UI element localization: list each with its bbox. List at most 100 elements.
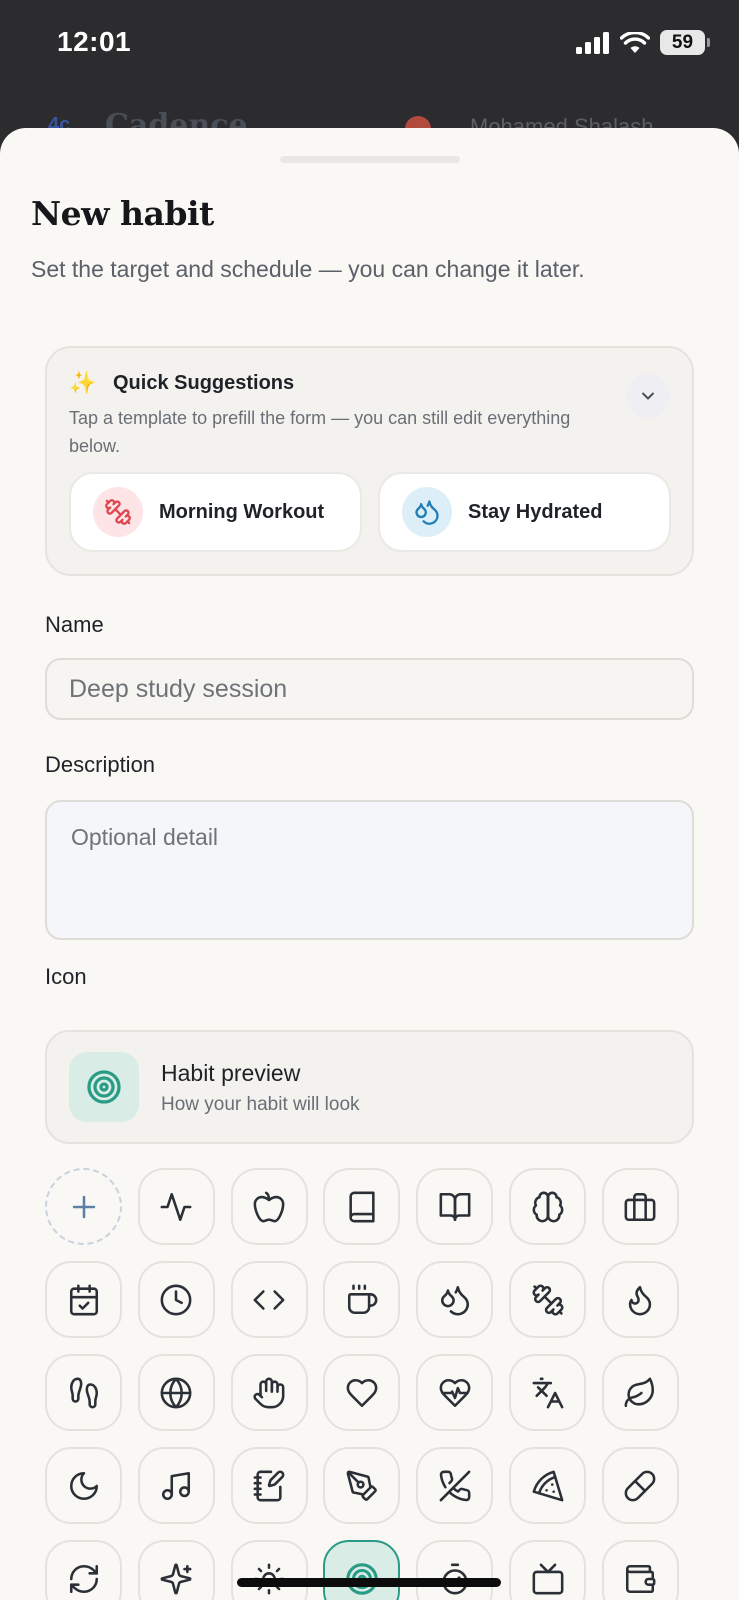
icon-option-activity[interactable]: [137, 1168, 215, 1245]
name-field[interactable]: Deep study session: [45, 658, 694, 720]
signal-icon: [576, 31, 609, 54]
collapse-suggestions-button[interactable]: [626, 374, 670, 418]
icon-option-code[interactable]: [230, 1261, 308, 1338]
icon-option-globe[interactable]: [137, 1354, 215, 1431]
icon-option-timer[interactable]: [416, 1540, 494, 1600]
icon-option-heart[interactable]: [323, 1354, 401, 1431]
languages-icon: [532, 1377, 563, 1408]
icon-option-music[interactable]: [137, 1447, 215, 1524]
icon-option-coffee[interactable]: [323, 1261, 401, 1338]
brain-icon: [532, 1191, 563, 1222]
icon-option-briefcase[interactable]: [601, 1168, 679, 1245]
icon-option-book[interactable]: [323, 1168, 401, 1245]
icon-label: Icon: [45, 964, 87, 989]
activity-icon: [160, 1192, 192, 1221]
icon-option-apple[interactable]: [230, 1168, 308, 1245]
wifi-icon: [620, 31, 650, 53]
music-icon: [162, 1471, 191, 1500]
icon-option-calendar-check[interactable]: [45, 1261, 122, 1338]
page-subtitle: Set the target and schedule — you can ch…: [31, 256, 585, 282]
suggestion-label: Morning Workout: [159, 500, 325, 523]
quick-suggestions-title: Quick Suggestions: [113, 372, 295, 394]
icon-option-footprints[interactable]: [45, 1354, 122, 1431]
page-title: New habit: [31, 194, 214, 233]
icon-option-wallet[interactable]: [601, 1540, 679, 1600]
flame-icon: [629, 1285, 652, 1315]
suggestion-morning-workout[interactable]: Morning Workout: [69, 472, 362, 552]
preview-title: Habit preview: [161, 1060, 301, 1086]
notebook-pen-icon: [253, 1470, 285, 1501]
icon-option-brain[interactable]: [509, 1168, 586, 1245]
icon-option-refresh[interactable]: [45, 1540, 122, 1600]
icon-option-leaf[interactable]: [601, 1354, 679, 1431]
add-icon: [72, 1195, 95, 1218]
dumbbell-icon: [531, 1283, 564, 1316]
icon-option-tv[interactable]: [509, 1540, 586, 1600]
target-icon: [69, 1052, 139, 1122]
book-open-icon: [439, 1192, 471, 1221]
dumbbell-icon: [93, 487, 143, 537]
suggestion-stay-hydrated[interactable]: Stay Hydrated: [378, 472, 671, 552]
status-icons: 59: [576, 30, 710, 55]
description-label: Description: [45, 752, 156, 777]
pizza-icon: [532, 1470, 563, 1501]
description-field[interactable]: Optional detail: [45, 800, 694, 940]
wallet-icon: [626, 1564, 656, 1593]
suggestion-label: Stay Hydrated: [468, 500, 603, 523]
new-habit-sheet: New habit Set the target and schedule — …: [0, 128, 739, 1600]
calendar-check-icon: [69, 1284, 98, 1315]
heart-icon: [346, 1378, 378, 1407]
hand-icon: [253, 1377, 285, 1408]
droplets-icon: [440, 1285, 469, 1315]
icon-option-pizza[interactable]: [509, 1447, 586, 1524]
name-label: Name: [45, 612, 104, 637]
icon-option-pill[interactable]: [601, 1447, 679, 1524]
add-custom-icon-button[interactable]: [45, 1168, 122, 1245]
sparkles-icon: ✨: [69, 370, 97, 395]
description-placeholder: Optional detail: [71, 824, 219, 850]
footprints-icon: [69, 1377, 98, 1408]
icon-option-heart-pulse[interactable]: [416, 1354, 494, 1431]
status-bar: 12:01 59: [0, 0, 739, 92]
icon-option-notebook-pen[interactable]: [230, 1447, 308, 1524]
icon-option-sparkles[interactable]: [137, 1540, 215, 1600]
apple-icon: [253, 1191, 285, 1222]
globe-icon: [160, 1377, 192, 1408]
icon-option-droplets[interactable]: [416, 1261, 494, 1338]
sheet-grabber[interactable]: [280, 156, 460, 163]
book-icon: [349, 1191, 375, 1222]
pill-icon: [624, 1470, 656, 1501]
pen-tool-icon: [346, 1470, 377, 1501]
chevron-down-icon: [642, 392, 654, 400]
phone-off-icon: [439, 1470, 471, 1501]
coffee-icon: [347, 1284, 378, 1314]
droplets-icon: [402, 487, 452, 537]
icon-option-dumbbell[interactable]: [509, 1261, 586, 1338]
clock-icon: [160, 1284, 192, 1315]
home-indicator: [237, 1578, 501, 1587]
refresh-icon: [69, 1564, 98, 1593]
icon-option-moon[interactable]: [45, 1447, 122, 1524]
icon-option-languages[interactable]: [509, 1354, 586, 1431]
quick-suggestions-description: Tap a template to prefill the form — you…: [69, 408, 571, 456]
icon-option-pen-tool[interactable]: [323, 1447, 401, 1524]
status-time: 12:01: [57, 26, 132, 57]
icon-option-phone-off[interactable]: [416, 1447, 494, 1524]
icon-option-hand[interactable]: [230, 1354, 308, 1431]
icon-option-book-open[interactable]: [416, 1168, 494, 1245]
quick-suggestions-card: ✨ Quick Suggestions Tap a template to pr…: [45, 346, 694, 576]
code-icon: [253, 1289, 285, 1310]
icon-option-target[interactable]: [323, 1540, 401, 1600]
icon-option-clock[interactable]: [137, 1261, 215, 1338]
icon-option-flame[interactable]: [601, 1261, 679, 1338]
name-placeholder: Deep study session: [69, 674, 288, 703]
tv-icon: [532, 1563, 563, 1594]
battery-indicator: 59: [660, 30, 710, 55]
habit-preview-card: Habit preview How your habit will look: [45, 1030, 694, 1144]
heart-pulse-icon: [439, 1378, 471, 1407]
icon-option-sun[interactable]: [230, 1540, 308, 1600]
preview-subtitle: How your habit will look: [161, 1094, 360, 1115]
sparkles-icon: [160, 1563, 192, 1594]
leaf-icon: [624, 1377, 655, 1407]
briefcase-icon: [624, 1192, 656, 1221]
